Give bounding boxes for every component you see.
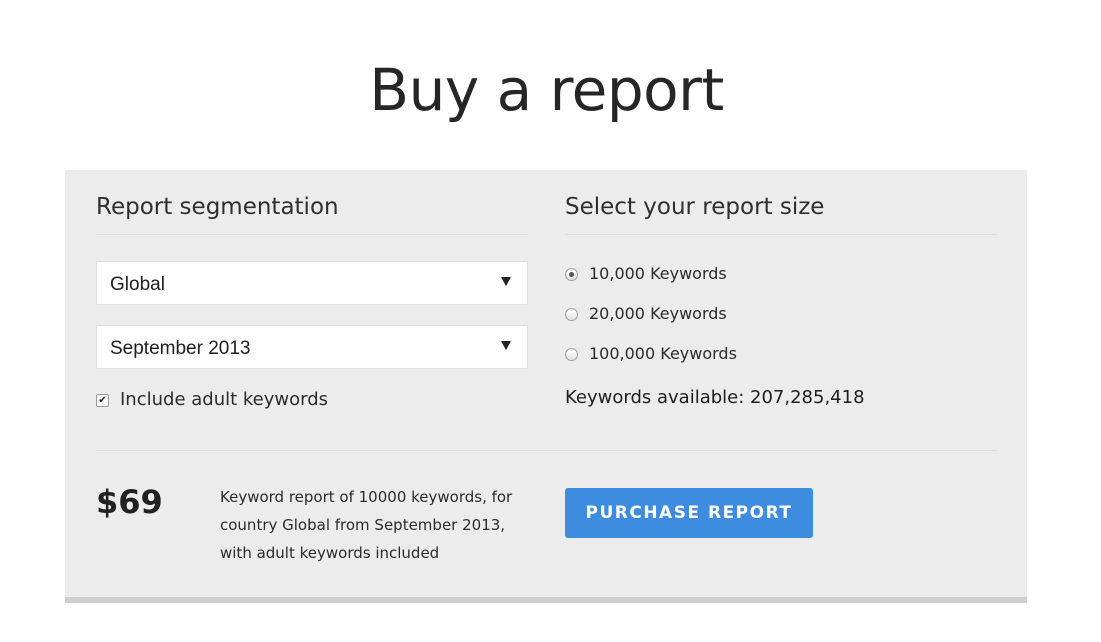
page-title: Buy a report bbox=[369, 56, 724, 124]
size-radio-20000[interactable] bbox=[565, 308, 578, 321]
segmentation-heading: Report segmentation bbox=[96, 194, 339, 220]
country-select[interactable]: Global bbox=[96, 261, 528, 305]
size-label-20000: 20,000 Keywords bbox=[589, 304, 727, 323]
report-size-heading: Select your report size bbox=[565, 194, 825, 220]
report-price: $69 bbox=[96, 483, 163, 521]
report-summary: Keyword report of 10000 keywords, for co… bbox=[220, 483, 540, 567]
adult-keywords-label: Include adult keywords bbox=[120, 389, 329, 410]
report-size-rule bbox=[565, 234, 997, 235]
size-label-10000: 10,000 Keywords bbox=[589, 264, 727, 283]
purchase-report-button[interactable]: PURCHASE REPORT bbox=[565, 488, 813, 538]
keywords-available: Keywords available: 207,285,418 bbox=[565, 387, 865, 408]
panel-bottom-border bbox=[65, 597, 1027, 603]
chevron-down-icon bbox=[501, 341, 511, 350]
size-radio-100000[interactable] bbox=[565, 348, 578, 361]
summary-line: with adult keywords included bbox=[220, 544, 440, 562]
summary-line: Keyword report of 10000 keywords, for bbox=[220, 488, 513, 506]
section-divider bbox=[96, 450, 997, 451]
size-radio-10000[interactable] bbox=[565, 268, 578, 281]
segmentation-rule bbox=[96, 234, 528, 235]
month-select[interactable]: September 2013 bbox=[96, 325, 528, 369]
report-panel: Report segmentation Global September 201… bbox=[65, 170, 1027, 597]
month-select-value: September 2013 bbox=[110, 338, 251, 359]
summary-line: country Global from September 2013, bbox=[220, 516, 506, 534]
chevron-down-icon bbox=[501, 277, 511, 286]
size-label-100000: 100,000 Keywords bbox=[589, 344, 737, 363]
adult-keywords-checkbox[interactable]: ✔ bbox=[96, 394, 109, 407]
country-select-value: Global bbox=[110, 274, 165, 295]
